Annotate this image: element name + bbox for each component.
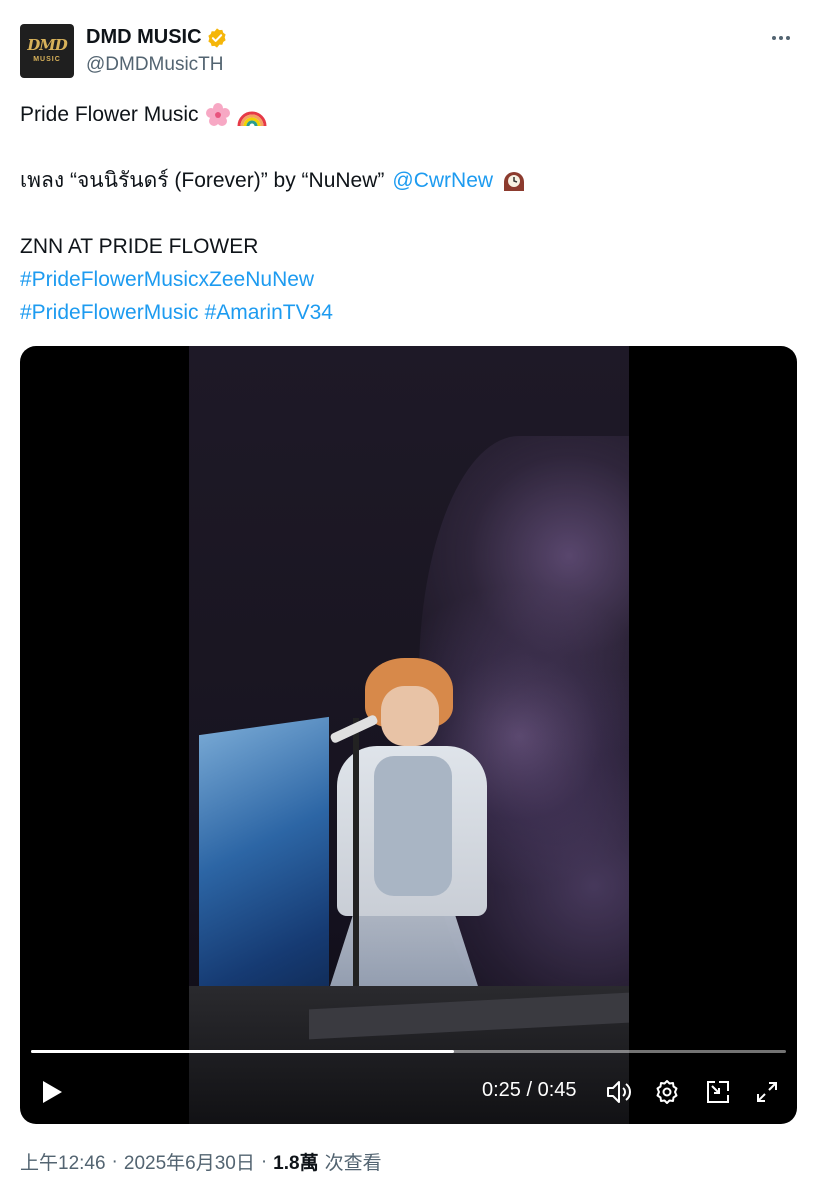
cherry-blossom-emoji-icon	[205, 102, 230, 126]
tweet-line-3: ZNN AT PRIDE FLOWER	[20, 230, 800, 263]
verified-badge-icon	[207, 27, 226, 48]
separator: ·	[111, 1150, 118, 1172]
tweet-line-5: #PrideFlowerMusic #AmarinTV34	[20, 296, 800, 329]
song-text: เพลง “จนนิรันดร์ (Forever)” by “NuNew”	[20, 169, 385, 192]
tweet-meta: 上午12:46 · 2025年6月30日 · 1.8萬 次查看	[20, 1148, 382, 1175]
video-time: 0:25 / 0:45	[482, 1079, 577, 1101]
performer-vest	[374, 756, 452, 896]
post-date[interactable]: 2025年6月30日	[124, 1148, 255, 1175]
tweet-title: Pride Flower Music	[20, 103, 199, 126]
hashtag-link[interactable]: #AmarinTV34	[205, 296, 333, 329]
tweet-line-4: #PrideFlowerMusicxZeeNuNew	[20, 263, 800, 296]
views-label: 次查看	[324, 1153, 382, 1174]
video-player[interactable]: 0:25 / 0:45	[20, 346, 797, 1124]
post-time[interactable]: 上午12:46	[20, 1148, 106, 1175]
video-progress-fill	[31, 1050, 454, 1053]
video-progress-bar[interactable]	[31, 1050, 786, 1053]
name-row: DMD MUSIC	[86, 26, 228, 49]
performer-face	[381, 686, 439, 746]
tweet-text: Pride Flower Music เพลง “จนนิรันดร์ (For…	[20, 98, 800, 329]
fullscreen-icon[interactable]	[753, 1078, 781, 1106]
separator: ·	[260, 1150, 268, 1172]
mention-link[interactable]: @CwrNew	[392, 164, 493, 197]
hashtag-link[interactable]: #PrideFlowerMusicxZeeNuNew	[20, 263, 314, 296]
tweet-line-2: เพลง “จนนิรันดร์ (Forever)” by “NuNew” @…	[20, 164, 800, 197]
hashtag-link[interactable]: #PrideFlowerMusic	[20, 296, 199, 329]
handle[interactable]: @DMDMusicTH	[86, 54, 224, 76]
more-options-icon[interactable]	[766, 26, 796, 50]
play-icon[interactable]	[38, 1078, 66, 1106]
mic-stand	[353, 718, 359, 1018]
avatar[interactable]: DMD MUSIC	[20, 24, 74, 78]
volume-icon[interactable]	[605, 1078, 633, 1106]
picture-in-picture-icon[interactable]	[704, 1078, 732, 1106]
views-count: 1.8萬	[273, 1153, 319, 1174]
rainbow-emoji-icon	[237, 111, 267, 126]
display-name[interactable]: DMD MUSIC	[86, 26, 202, 49]
tweet-line-1: Pride Flower Music	[20, 98, 800, 131]
mantelpiece-clock-emoji-icon	[504, 171, 525, 191]
avatar-logo-text: DMD	[27, 36, 68, 54]
tweet-header: DMD MUSIC DMD MUSIC @DMDMusicTH	[20, 22, 800, 80]
avatar-logo-subtext: MUSIC	[33, 56, 61, 63]
video-frame	[189, 346, 629, 1124]
settings-icon[interactable]	[653, 1078, 681, 1106]
event-text: ZNN AT PRIDE FLOWER	[20, 235, 259, 258]
